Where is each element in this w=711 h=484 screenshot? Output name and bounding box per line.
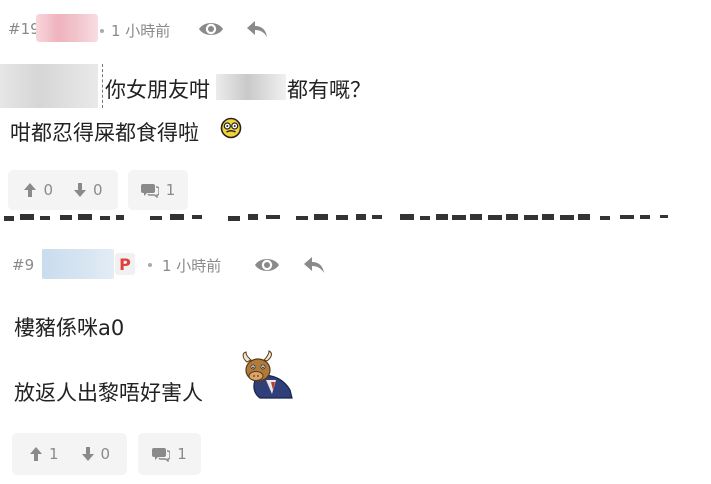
upvote-button[interactable]: 1 <box>29 445 59 463</box>
upvote-count: 1 <box>48 445 59 463</box>
arrow-down-icon <box>81 447 94 461</box>
vote-buttons: 0 0 <box>8 170 118 210</box>
upvote-count: 0 <box>43 181 53 199</box>
comment-count: 1 <box>165 181 176 199</box>
cropped-text-fragment <box>0 212 711 230</box>
dizzy-face-emoji <box>220 117 242 143</box>
separator-dot <box>100 29 104 33</box>
post-line-2: 放返人出黎唔好害人 <box>14 381 203 405</box>
comments-button[interactable]: 1 <box>138 433 201 475</box>
comments-button[interactable]: 1 <box>128 170 188 210</box>
quote-edge <box>98 64 103 108</box>
eye-icon[interactable] <box>197 17 225 45</box>
redacted-quote-block <box>0 64 98 108</box>
upvote-button[interactable]: 0 <box>23 181 53 199</box>
post-line-2: 咁都忍得屎都食得啦 <box>10 121 199 145</box>
arrow-up-icon <box>29 447 42 461</box>
arrow-up-icon <box>24 183 37 197</box>
speech-bubble-icon <box>152 448 171 462</box>
redacted-word <box>216 74 286 100</box>
comment-count: 1 <box>177 445 187 463</box>
separator-dot <box>148 263 152 267</box>
downvote-button[interactable]: 0 <box>81 445 111 463</box>
post-line-1b: 都有嘅？ <box>287 78 371 102</box>
username-redacted[interactable] <box>42 249 114 279</box>
arrow-down-icon <box>74 183 86 197</box>
post-time: 1 小時前 <box>162 257 222 275</box>
post-time: 1 小時前 <box>111 22 171 40</box>
downvote-count: 0 <box>93 181 103 199</box>
downvote-button[interactable]: 0 <box>73 181 103 199</box>
speech-bubble-icon <box>140 184 159 198</box>
post-number[interactable]: #9 <box>12 256 34 274</box>
downvote-count: 0 <box>100 445 111 463</box>
post-line-1a: 你女朋友咁 <box>105 78 210 102</box>
username-redacted[interactable] <box>36 14 98 42</box>
vote-buttons: 1 0 <box>12 433 127 475</box>
post-line-1: 樓豬係咪a0 <box>14 316 125 340</box>
bull-in-suit-sticker <box>234 350 294 404</box>
user-badge: P <box>115 253 135 275</box>
reply-arrow-icon[interactable] <box>245 17 269 45</box>
reply-arrow-icon[interactable] <box>302 253 326 281</box>
eye-icon[interactable] <box>253 253 281 281</box>
post-number[interactable]: #19 <box>8 20 40 38</box>
